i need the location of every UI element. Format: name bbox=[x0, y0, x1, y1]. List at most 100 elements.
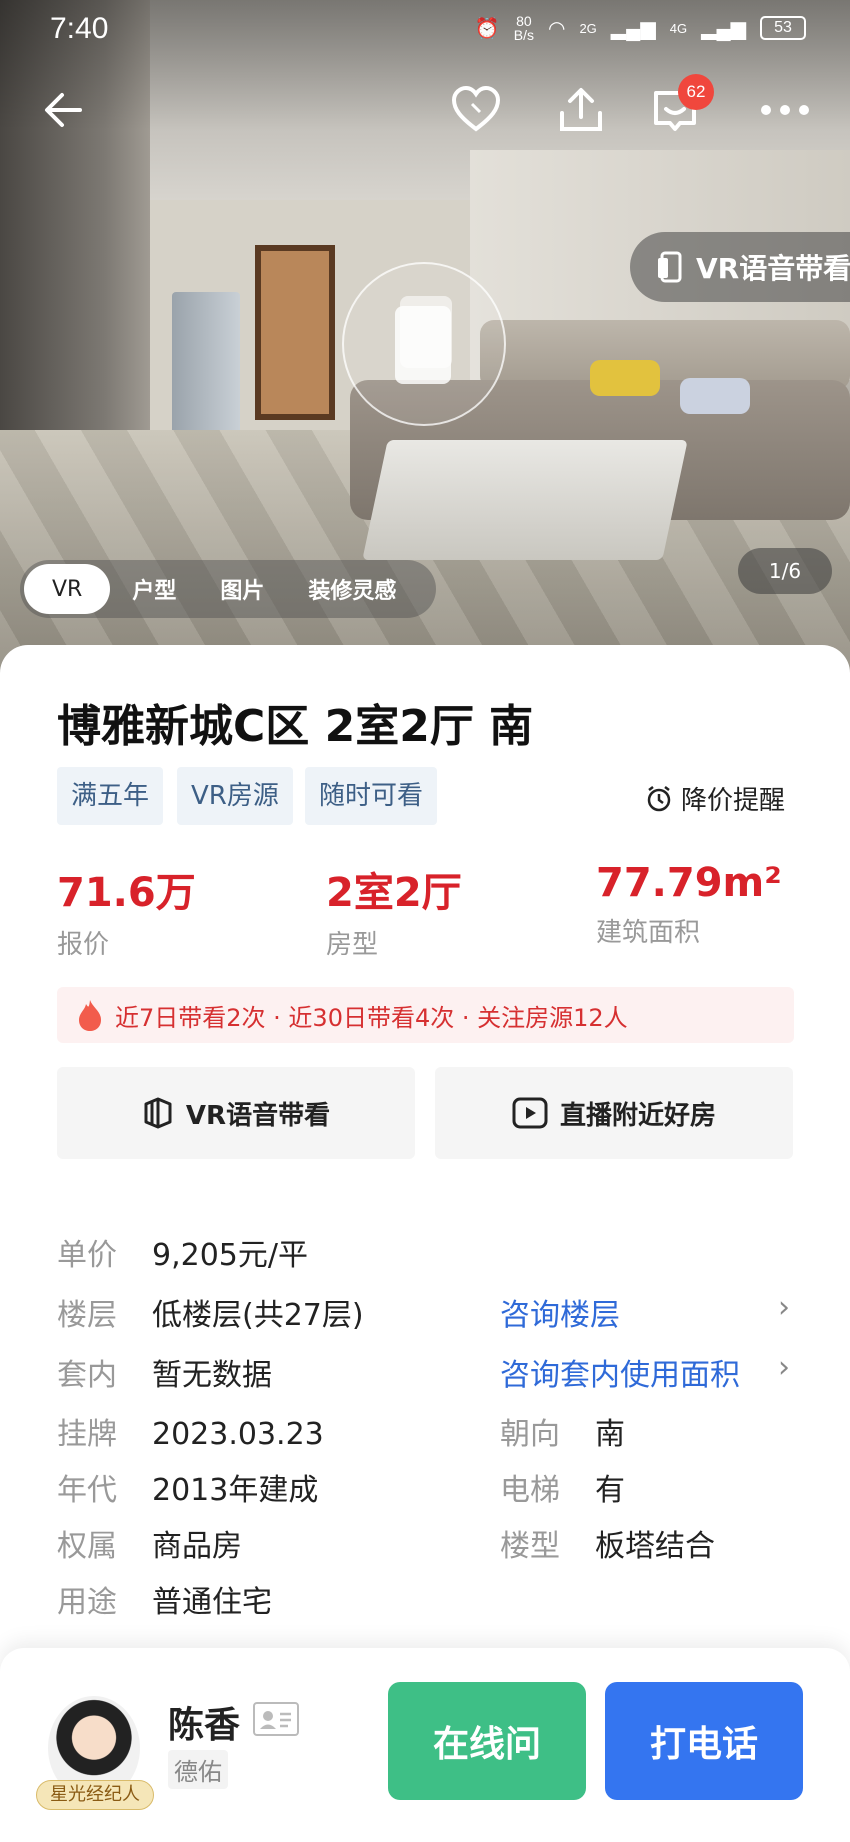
vr-voice-tour-label: VR语音带看 bbox=[696, 252, 850, 285]
stat-area-label: 建筑面积 bbox=[596, 918, 701, 948]
online-chat-button[interactable]: 在线问 bbox=[388, 1682, 586, 1800]
signal-2g: 2G bbox=[579, 20, 597, 36]
detail-key: 年代 bbox=[57, 1473, 117, 1508]
more-icon bbox=[761, 105, 809, 115]
detail-value: 板塔结合 bbox=[595, 1529, 715, 1564]
detail-key: 单价 bbox=[57, 1238, 117, 1273]
detail-building-type: 楼型 板塔结合 bbox=[500, 1521, 715, 1565]
stat-price-value: 71.6万 bbox=[57, 870, 196, 916]
flame-icon bbox=[79, 1000, 101, 1031]
chevron-right-icon[interactable]: › bbox=[778, 1290, 790, 1325]
detail-value: 南 bbox=[595, 1417, 625, 1452]
alarm-icon: ⏰ bbox=[474, 17, 500, 40]
detail-inner-area: 套内 暂无数据 bbox=[57, 1350, 272, 1394]
status-time: 7:40 bbox=[50, 12, 109, 45]
net-speed: 80 B/s bbox=[514, 14, 534, 42]
vr-cube-icon bbox=[144, 1097, 172, 1129]
photo-door bbox=[255, 245, 335, 420]
detail-value: 2013年建成 bbox=[152, 1473, 319, 1508]
detail-value: 普通住宅 bbox=[152, 1585, 272, 1620]
ask-inner-area-link[interactable]: 咨询套内使用面积 bbox=[500, 1350, 740, 1394]
detail-value: 9,205元/平 bbox=[152, 1238, 308, 1273]
listing-title: 博雅新城C区 2室2厅 南 bbox=[57, 701, 534, 752]
tag-view-anytime: 随时可看 bbox=[305, 767, 438, 825]
stat-area: 77.79m² 建筑面积 bbox=[596, 860, 782, 949]
detail-listed-date: 挂牌 2023.03.23 bbox=[57, 1409, 324, 1453]
detail-key: 楼层 bbox=[57, 1298, 117, 1333]
viewing-stats-text: 近7日带看2次 · 近30日带看4次 · 关注房源12人 bbox=[115, 1003, 628, 1032]
detail-key: 楼型 bbox=[500, 1529, 560, 1564]
detail-key: 用途 bbox=[57, 1585, 117, 1620]
heart-icon bbox=[451, 85, 501, 132]
ask-floor-link[interactable]: 咨询楼层 bbox=[500, 1290, 620, 1334]
tab-floorplan[interactable]: 户型 bbox=[110, 564, 198, 614]
photo-cushion bbox=[680, 378, 750, 414]
live-nearby-action-label: 直播附近好房 bbox=[559, 1100, 716, 1131]
detail-elevator: 电梯有 bbox=[500, 1465, 625, 1509]
detail-value: 2023.03.23 bbox=[152, 1417, 324, 1452]
detail-key: 电梯 bbox=[500, 1473, 560, 1508]
vr-icon bbox=[658, 251, 682, 283]
vr-voice-tour-action-label: VR语音带看 bbox=[185, 1100, 331, 1131]
stat-layout: 2室2厅 房型 bbox=[326, 860, 462, 961]
share-icon bbox=[560, 88, 602, 131]
vr-voice-tour-action[interactable]: VR语音带看 bbox=[57, 1067, 415, 1159]
tag-vr-listing: VR房源 bbox=[177, 767, 293, 825]
message-count-badge: 62 bbox=[678, 74, 714, 110]
stat-price: 71.6万 报价 bbox=[57, 860, 196, 961]
stat-price-label: 报价 bbox=[57, 930, 110, 960]
media-tab-bar: VR 户型 图片 装修灵感 bbox=[20, 560, 436, 618]
tab-photos[interactable]: 图片 bbox=[198, 564, 286, 614]
price-alert-label: 降价提醒 bbox=[681, 786, 786, 816]
signal-icon: ▂▄▆ bbox=[701, 17, 746, 40]
business-card-icon[interactable] bbox=[253, 1702, 299, 1736]
vr-card-front bbox=[395, 306, 451, 384]
favorite-button[interactable] bbox=[446, 80, 506, 140]
more-button[interactable] bbox=[755, 80, 815, 140]
agent-star-badge: 星光经纪人 bbox=[36, 1780, 154, 1810]
stat-area-value: 77.79m² bbox=[596, 860, 782, 906]
detail-value: 商品房 bbox=[152, 1529, 242, 1564]
agent-contact-bar: 星光经纪人 陈香 德佑 在线问 打电话 bbox=[0, 1648, 850, 1842]
detail-unit-price: 单价 9,205元/平 bbox=[57, 1230, 308, 1274]
stat-layout-label: 房型 bbox=[326, 930, 379, 960]
photo-page-indicator: 1/6 bbox=[738, 548, 832, 594]
share-button[interactable] bbox=[551, 80, 611, 140]
viewing-stats-banner: 近7日带看2次 · 近30日带看4次 · 关注房源12人 bbox=[57, 987, 794, 1043]
live-nearby-action[interactable]: 直播附近好房 bbox=[435, 1067, 793, 1159]
detail-value: 有 bbox=[595, 1473, 625, 1508]
agent-agency: 德佑 bbox=[168, 1750, 228, 1789]
vr-voice-tour-button[interactable]: VR语音带看 bbox=[630, 232, 850, 302]
detail-year: 年代 2013年建成 bbox=[57, 1465, 318, 1509]
call-button[interactable]: 打电话 bbox=[605, 1682, 803, 1800]
photo-cushion bbox=[590, 360, 660, 396]
detail-key: 权属 bbox=[57, 1529, 117, 1564]
tag-five-years: 满五年 bbox=[57, 767, 164, 825]
net-speed-unit: B/s bbox=[513, 27, 534, 43]
clock-icon bbox=[647, 785, 671, 811]
status-bar: 7:40 ⏰ 80 B/s ◠ 2G ▂▄▆ 4G ▂▄▆ 53 bbox=[0, 0, 850, 60]
detail-orientation: 朝向南 bbox=[500, 1409, 625, 1453]
play-icon bbox=[512, 1097, 548, 1129]
tab-vr[interactable]: VR bbox=[24, 564, 111, 614]
back-arrow-icon bbox=[45, 93, 82, 127]
agent-name[interactable]: 陈香 bbox=[168, 1696, 240, 1748]
tab-decor-ideas[interactable]: 装修灵感 bbox=[286, 564, 418, 614]
wifi-icon: ◠ bbox=[547, 17, 566, 40]
signal-4g: 4G bbox=[669, 20, 688, 36]
detail-floor: 楼层 低楼层(共27层) bbox=[57, 1290, 364, 1334]
stat-layout-value: 2室2厅 bbox=[326, 870, 462, 916]
battery-icon: 53 bbox=[760, 16, 806, 40]
back-button[interactable] bbox=[33, 80, 93, 140]
chevron-right-icon[interactable]: › bbox=[778, 1350, 790, 1385]
signal-icon: ▂▄▆ bbox=[610, 17, 656, 40]
detail-key: 挂牌 bbox=[57, 1417, 117, 1452]
status-icons: ⏰ 80 B/s ◠ 2G ▂▄▆ 4G ▂▄▆ 53 bbox=[475, 14, 806, 42]
detail-value: 低楼层(共27层) bbox=[152, 1298, 364, 1333]
detail-key: 朝向 bbox=[500, 1417, 560, 1452]
photo-fridge bbox=[172, 292, 240, 452]
detail-key: 套内 bbox=[57, 1358, 117, 1393]
price-alert-button[interactable]: 降价提醒 bbox=[645, 780, 785, 817]
id-card-icon bbox=[260, 1711, 291, 1729]
detail-ownership: 权属 商品房 bbox=[57, 1521, 242, 1565]
